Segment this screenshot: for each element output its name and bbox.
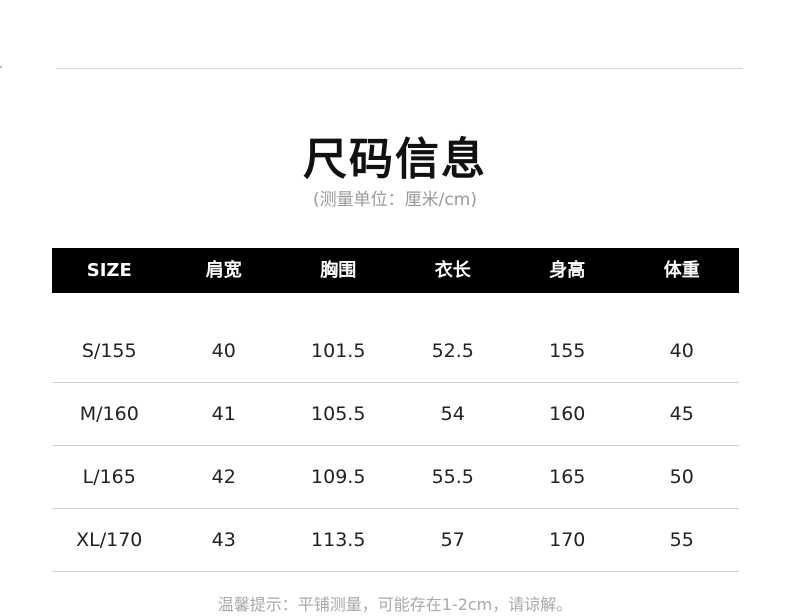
header-height: 身高 — [549, 260, 586, 281]
header-shoulder: 肩宽 — [205, 260, 242, 281]
cell-length: 55.5 — [431, 466, 474, 488]
cell-size: L/165 — [82, 466, 136, 488]
table-row: XL/170 43 113.5 57 170 55 — [52, 509, 739, 572]
measurement-unit-note: (测量单位：厘米/cm) — [313, 190, 477, 210]
table-header: SIZE 肩宽 胸围 衣长 身高 体重 — [52, 248, 739, 293]
table-row: S/155 40 101.5 52.5 155 40 — [52, 320, 739, 383]
cell-height: 165 — [549, 466, 586, 488]
cell-size: M/160 — [79, 403, 139, 425]
cell-size: S/155 — [81, 340, 137, 362]
table-row: L/165 42 109.5 55.5 165 50 — [52, 446, 739, 509]
cell-length: 54 — [440, 403, 465, 425]
header-length: 衣长 — [434, 260, 471, 281]
top-divider — [56, 68, 743, 69]
page-title: 尺码信息 — [303, 134, 487, 185]
cell-height: 155 — [549, 340, 586, 362]
cell-shoulder: 42 — [211, 466, 236, 488]
cell-shoulder: 43 — [211, 529, 236, 551]
cell-size: XL/170 — [76, 529, 143, 551]
cell-length: 57 — [440, 529, 465, 551]
table-row: M/160 41 105.5 54 160 45 — [52, 383, 739, 446]
edge-mark — [0, 66, 2, 68]
cell-shoulder: 40 — [211, 340, 236, 362]
cell-chest: 105.5 — [311, 403, 366, 425]
cell-chest: 101.5 — [311, 340, 366, 362]
cell-height: 170 — [549, 529, 586, 551]
cell-weight: 40 — [669, 340, 694, 362]
header-weight: 体重 — [663, 260, 700, 281]
cell-weight: 50 — [669, 466, 694, 488]
header-size: SIZE — [86, 260, 132, 281]
cell-weight: 45 — [669, 403, 694, 425]
size-table: SIZE 肩宽 胸围 衣长 身高 体重 S/155 40 101.5 52.5 … — [52, 248, 739, 572]
cell-chest: 113.5 — [311, 529, 366, 551]
cell-chest: 109.5 — [311, 466, 366, 488]
cell-length: 52.5 — [431, 340, 474, 362]
cell-weight: 55 — [669, 529, 694, 551]
header-chest: 胸围 — [320, 260, 357, 281]
measurement-tip: 温馨提示：平铺测量，可能存在1-2cm，请谅解。 — [217, 595, 573, 614]
table-body: S/155 40 101.5 52.5 155 40 M/160 41 105.… — [52, 293, 739, 572]
cell-shoulder: 41 — [211, 403, 236, 425]
cell-height: 160 — [549, 403, 586, 425]
